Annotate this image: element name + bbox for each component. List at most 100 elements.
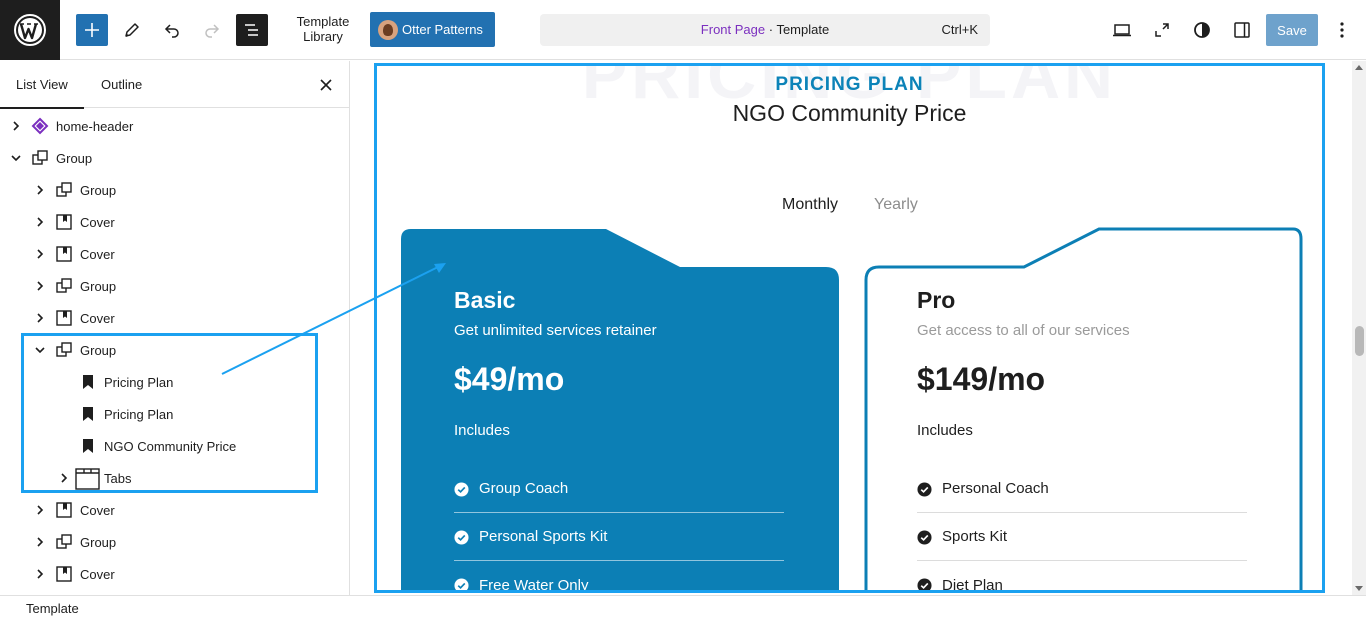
- list-view-item[interactable]: Cover: [0, 494, 349, 526]
- group-icon: [54, 532, 74, 552]
- close-sidebar-button[interactable]: [316, 75, 336, 95]
- canvas-scrollbar[interactable]: [1352, 61, 1366, 595]
- plan-includes-label: Includes: [917, 422, 973, 439]
- chevron-right-icon[interactable]: [34, 184, 46, 196]
- desktop-icon: [1113, 24, 1131, 37]
- undo-icon: [164, 24, 179, 38]
- plan-description: Get unlimited services retainer: [454, 322, 657, 339]
- plan-name: Pro: [917, 287, 956, 313]
- list-view-item[interactable]: Group: [0, 526, 349, 558]
- list-view-item[interactable]: Group: [0, 270, 349, 302]
- tab-list-view[interactable]: List View: [0, 61, 84, 109]
- feature-label: Personal Sports Kit: [479, 528, 608, 545]
- tab-outline[interactable]: Outline: [85, 61, 158, 108]
- settings-button[interactable]: [1226, 14, 1258, 46]
- plus-icon: [85, 23, 99, 37]
- check-circle-icon: [917, 561, 932, 590]
- document-page-name: Front Page: [700, 22, 766, 37]
- list-view-item-label: Group: [80, 278, 117, 294]
- chevron-right-icon[interactable]: [10, 120, 22, 132]
- document-title: Front Page · Template: [540, 22, 990, 37]
- check-circle-icon: [454, 561, 469, 590]
- list-view-sidebar: List View Outline home-header Group Group C…: [0, 61, 350, 595]
- list-view-item-label: Cover: [80, 214, 115, 230]
- command-shortcut: Ctrl+K: [941, 22, 978, 37]
- sidebar-tabs: List View Outline: [0, 61, 350, 109]
- close-icon: [320, 79, 332, 91]
- document-bar[interactable]: Front Page · Template Ctrl+K: [540, 14, 990, 46]
- view-page-button[interactable]: [1146, 14, 1178, 46]
- document-separator: ·: [765, 22, 777, 37]
- chevron-right-icon[interactable]: [34, 216, 46, 228]
- breadcrumb-bar: Template: [0, 595, 1366, 620]
- group-icon: [54, 180, 74, 200]
- wordpress-icon: [14, 14, 46, 46]
- feature-label: Free Water Only: [479, 576, 589, 593]
- redo-button[interactable]: [196, 14, 228, 46]
- chevron-right-icon[interactable]: [34, 504, 46, 516]
- feature-item: Personal Sports Kit: [454, 513, 784, 561]
- check-circle-icon: [917, 465, 932, 513]
- plan-price: $49/mo: [454, 361, 565, 397]
- chevron-right-icon[interactable]: [34, 568, 46, 580]
- tools-button[interactable]: [116, 14, 148, 46]
- list-view-item[interactable]: Group: [0, 142, 349, 174]
- plan-includes-label: Includes: [454, 422, 510, 439]
- feature-label: Group Coach: [479, 480, 569, 497]
- plan-description: Get access to all of our services: [917, 322, 1130, 339]
- check-circle-icon: [454, 465, 469, 513]
- list-view-item[interactable]: home-header: [0, 110, 349, 142]
- cover-icon: [54, 500, 74, 520]
- external-icon: [1155, 23, 1169, 37]
- cover-icon: [54, 308, 74, 328]
- scrollbar-thumb[interactable]: [1355, 326, 1364, 356]
- feature-label: Personal Coach: [942, 480, 1049, 497]
- plan-name: Basic: [454, 287, 516, 313]
- feature-list: Personal Coach Sports Kit Diet Plan: [917, 465, 1247, 593]
- redo-icon: [205, 24, 220, 38]
- options-menu-button[interactable]: [1326, 14, 1358, 46]
- list-view-icon: [245, 24, 258, 36]
- chevron-down-icon[interactable]: [10, 152, 22, 164]
- feature-list: Group Coach Personal Sports Kit Free Wat…: [454, 465, 784, 593]
- pricing-section-frame[interactable]: PRICING PLAN PRICING PLAN NGO Community …: [374, 63, 1325, 593]
- scroll-down-arrow-icon[interactable]: [1355, 586, 1363, 591]
- chevron-right-icon[interactable]: [34, 280, 46, 292]
- list-view-item-label: Cover: [80, 246, 115, 262]
- chevron-right-icon[interactable]: [34, 536, 46, 548]
- styles-button[interactable]: [1186, 14, 1218, 46]
- more-vertical-icon: [1340, 22, 1344, 38]
- device-preview-button[interactable]: [1106, 14, 1138, 46]
- document-type: Template: [776, 22, 830, 37]
- otter-patterns-button[interactable]: Otter Patterns: [370, 12, 495, 47]
- chevron-right-icon[interactable]: [34, 248, 46, 260]
- add-block-button[interactable]: [76, 14, 108, 46]
- editor-canvas: PRICING PLAN PRICING PLAN NGO Community …: [351, 61, 1352, 595]
- undo-button[interactable]: [156, 14, 188, 46]
- template-library-button[interactable]: Template Library: [288, 14, 358, 44]
- list-view-item[interactable]: Cover: [0, 302, 349, 334]
- diamond-icon: [30, 116, 50, 136]
- list-view-item[interactable]: Group: [0, 174, 349, 206]
- pricing-card-basic: Basic Get unlimited services retainer $4…: [454, 287, 784, 593]
- list-view-item-label: Group: [80, 534, 117, 550]
- otter-patterns-label: Otter Patterns: [402, 22, 483, 37]
- otter-avatar-icon: [378, 19, 398, 40]
- feature-item: Group Coach: [454, 465, 784, 513]
- cover-icon: [54, 212, 74, 232]
- feature-label: Diet Plan: [942, 576, 1003, 593]
- feature-item: Diet Plan: [917, 561, 1247, 593]
- chevron-right-icon[interactable]: [34, 312, 46, 324]
- wordpress-logo-button[interactable]: [0, 0, 60, 60]
- breadcrumb-template[interactable]: Template: [26, 601, 79, 616]
- save-button[interactable]: Save: [1266, 14, 1318, 46]
- list-view-item[interactable]: Cover: [0, 238, 349, 270]
- list-view-button[interactable]: [236, 14, 268, 46]
- feature-item: Personal Coach: [917, 465, 1247, 513]
- editor-toolbar: Template Library Otter Patterns Front Pa…: [0, 0, 1366, 60]
- list-view-item[interactable]: Cover: [0, 206, 349, 238]
- pencil-icon: [125, 23, 139, 37]
- scroll-up-arrow-icon[interactable]: [1355, 65, 1363, 70]
- list-view-item[interactable]: Cover: [0, 558, 349, 590]
- list-view-item-label: home-header: [56, 118, 134, 134]
